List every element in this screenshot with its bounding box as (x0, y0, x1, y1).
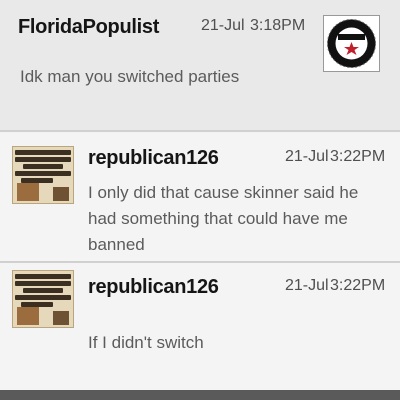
message-item[interactable]: FloridaPopulist 21-Jul 3:18PM Idk man yo… (0, 0, 400, 130)
message-date: 21-Jul (285, 148, 329, 165)
message-text: I only did that cause skinner said he ha… (88, 183, 359, 254)
bottom-bar (0, 390, 400, 400)
message-time: 3:22PM (330, 148, 386, 165)
message-time: 3:22PM (330, 277, 386, 294)
smash-logo-avatar[interactable] (323, 15, 380, 72)
message-text: Idk man you switched parties (20, 67, 240, 86)
message-username[interactable]: republican126 (88, 147, 219, 170)
meme-avatar[interactable] (12, 146, 74, 204)
message-date: 21-Jul (285, 277, 329, 294)
message-time: 3:18PM (250, 17, 306, 34)
message-username[interactable]: republican126 (88, 276, 219, 299)
message-username[interactable]: FloridaPopulist (18, 16, 159, 39)
message-text: If I didn't switch (88, 333, 204, 352)
meme-avatar[interactable] (12, 270, 74, 328)
message-date: 21-Jul (201, 17, 245, 34)
divider (0, 130, 400, 132)
